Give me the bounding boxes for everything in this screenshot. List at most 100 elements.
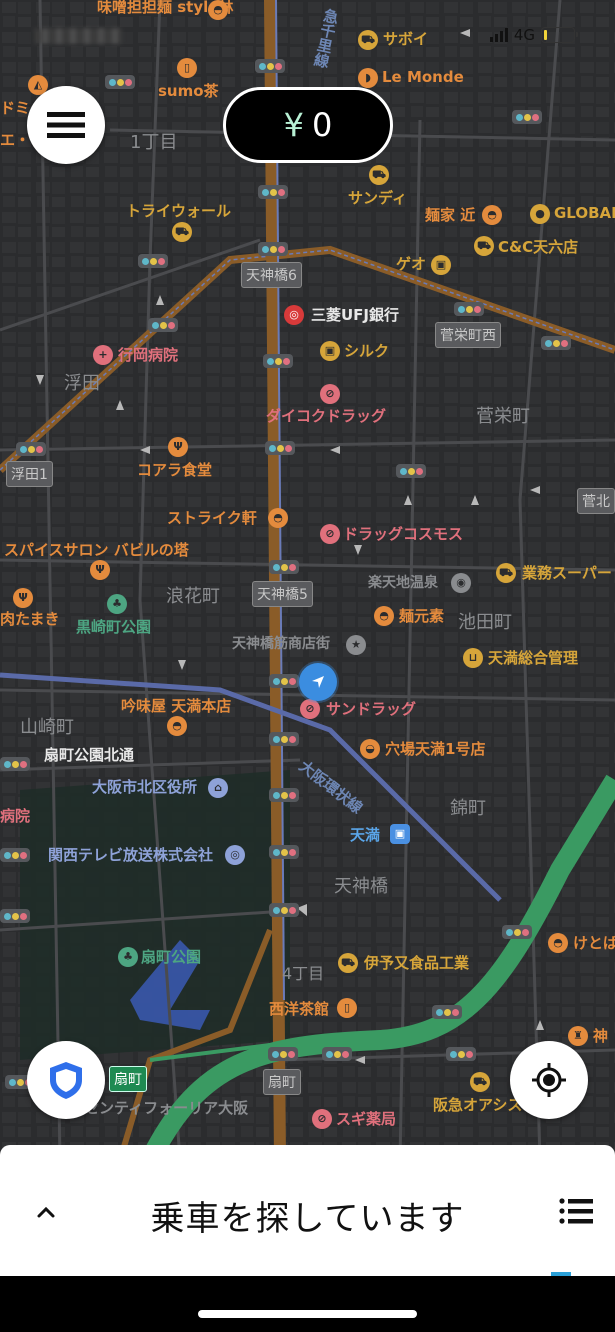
poi-label[interactable]: 肉たまき (0, 612, 60, 627)
poi-label[interactable]: 神 (593, 1029, 608, 1044)
poi-label[interactable]: 阪急オアシス (433, 1098, 522, 1113)
poi-label[interactable]: 吟味屋 天満本店 (121, 699, 231, 714)
navigation-arrow-icon (312, 676, 324, 688)
bowl-icon[interactable]: ◓ (208, 0, 228, 20)
antenna-icon[interactable]: ◎ (225, 845, 245, 865)
bank-icon[interactable]: ◎ (284, 305, 304, 325)
croissant-icon[interactable]: ◗ (358, 68, 378, 88)
traffic-light (541, 336, 571, 350)
poi-label[interactable]: サンディ (348, 191, 407, 206)
fork-knife-icon[interactable]: Ψ (90, 560, 110, 580)
bowl-icon[interactable]: ◓ (167, 716, 187, 736)
bag-icon[interactable]: ▣ (320, 341, 340, 361)
traffic-light (138, 254, 168, 268)
star-icon[interactable]: ★ (346, 635, 366, 655)
fork-knife-icon[interactable]: Ψ (168, 437, 188, 457)
pill-icon[interactable]: ⊘ (320, 524, 340, 544)
traffic-light (502, 925, 532, 939)
safety-button[interactable] (27, 1041, 105, 1119)
poi-label[interactable]: GLOBAL (554, 206, 615, 221)
district-label: 山崎町 (20, 717, 74, 738)
restaurant-icon[interactable]: ◒ (360, 739, 380, 759)
poi-label[interactable]: 業務スーパー (522, 566, 612, 581)
poi-label[interactable]: 関西テレビ放送株式会社 (48, 848, 213, 863)
poi-label[interactable]: 扇町公園 (141, 950, 201, 965)
poi-label[interactable]: コアラ食堂 (137, 463, 212, 478)
recenter-button[interactable] (510, 1041, 588, 1119)
dog-icon[interactable]: ● (530, 204, 550, 224)
basket-icon[interactable]: ⊔ (463, 648, 483, 668)
poi-label[interactable]: 三菱UFJ銀行 (311, 308, 399, 323)
map-view[interactable]: 天神橋6 菅栄町西 浮田1 菅北 天神橋5 扇町 扇町 1丁目 浮田 菅栄町 浪… (0, 0, 615, 1160)
poi-label[interactable]: 天満総合管理 (488, 651, 578, 666)
poi-label[interactable]: 行岡病院 (118, 348, 178, 363)
traffic-light (269, 845, 299, 859)
pill-icon[interactable]: ⊘ (300, 699, 320, 719)
bowl-icon[interactable]: ◓ (482, 205, 502, 225)
poi-label[interactable]: ゲオ (396, 257, 426, 272)
bowl-icon[interactable]: ◓ (268, 508, 288, 528)
poi-label[interactable]: スギ薬局 (336, 1112, 396, 1127)
cup-icon[interactable]: ▯ (177, 58, 197, 78)
poi-label[interactable]: センティフォーリア大阪 (84, 1101, 248, 1116)
poi-label[interactable]: ドラッグコスモス (343, 527, 463, 542)
cart-icon[interactable]: ⛟ (338, 953, 358, 973)
poi-label[interactable]: サボイ (383, 32, 428, 47)
poi-label[interactable]: ダイコクドラッグ (266, 409, 386, 424)
traffic-light (446, 1047, 476, 1061)
poi-label[interactable]: 病院 (0, 809, 30, 824)
poi-label[interactable]: トライウォール (126, 204, 231, 219)
poi-label[interactable]: スパイスサロン バビルの塔 (4, 543, 189, 558)
poi-label[interactable]: C&C天六店 (498, 240, 578, 255)
cart-icon[interactable]: ⛟ (358, 30, 378, 50)
poi-label[interactable]: シルク (344, 344, 389, 359)
train-station-icon[interactable]: ▣ (390, 824, 410, 844)
bag-icon[interactable]: ▣ (431, 255, 451, 275)
home-indicator[interactable] (198, 1310, 417, 1318)
poi-label[interactable]: 麺家 近 (425, 208, 475, 223)
poi-label[interactable]: サンドラッグ (326, 702, 416, 717)
poi-label[interactable]: けとば (573, 936, 615, 951)
poi-label[interactable]: 黒崎町公園 (76, 620, 151, 635)
cart-icon[interactable]: ⛟ (496, 563, 516, 583)
poi-label[interactable]: エ・ (0, 133, 30, 148)
fork-knife-icon[interactable]: Ψ (13, 588, 33, 608)
poi-label[interactable]: ドミ (0, 101, 30, 116)
cart-icon[interactable]: ⛟ (470, 1072, 490, 1092)
pill-icon[interactable]: ⊘ (320, 384, 340, 404)
poi-label[interactable]: 穴場天満1号店 (385, 742, 485, 757)
spa-icon[interactable]: ◉ (451, 573, 471, 593)
poi-label[interactable]: 麺元素 (399, 609, 444, 624)
poi-label[interactable]: Le Monde (382, 70, 464, 85)
cart-icon[interactable]: ⛟ (369, 165, 389, 185)
bowl-icon[interactable]: ◓ (548, 933, 568, 953)
poi-label[interactable]: 西洋茶館 (269, 1002, 329, 1017)
cup-icon[interactable]: ▯ (337, 998, 357, 1018)
pill-icon[interactable]: ⊘ (312, 1109, 332, 1129)
poi-label[interactable]: 天神橋筋商店街 (232, 637, 330, 651)
cart-icon[interactable]: ⛟ (172, 222, 192, 242)
poi-label[interactable]: ストライク軒 (167, 511, 257, 526)
list-icon[interactable] (559, 1197, 593, 1225)
traffic-light (269, 674, 299, 688)
bar-icon[interactable]: ♜ (568, 1026, 588, 1046)
traffic-light (322, 1047, 352, 1061)
traffic-light (269, 788, 299, 802)
poi-label[interactable]: 伊予又食品工業 (364, 956, 469, 971)
menu-button[interactable] (27, 86, 105, 164)
park-icon[interactable]: ♣ (107, 594, 127, 614)
poi-label[interactable]: 天満 (350, 828, 380, 843)
bowl-icon[interactable]: ◓ (374, 606, 394, 626)
home-indicator-area (0, 1276, 615, 1332)
bottom-sheet[interactable]: 乗車を探しています (0, 1145, 615, 1276)
poi-label[interactable]: 大阪市北区役所 (92, 780, 197, 795)
park-icon[interactable]: ♣ (118, 947, 138, 967)
fare-display[interactable]: ¥ 0 (223, 87, 393, 163)
district-label: 1丁目 (130, 132, 178, 153)
cart-icon[interactable]: ⛟ (474, 236, 494, 256)
hospital-icon[interactable]: + (93, 345, 113, 365)
district-label: 錦町 (450, 798, 486, 819)
government-icon[interactable]: ⌂ (208, 778, 228, 798)
poi-label[interactable]: 楽天地温泉 (368, 576, 438, 590)
poi-label[interactable]: sumo茶 (158, 84, 219, 99)
